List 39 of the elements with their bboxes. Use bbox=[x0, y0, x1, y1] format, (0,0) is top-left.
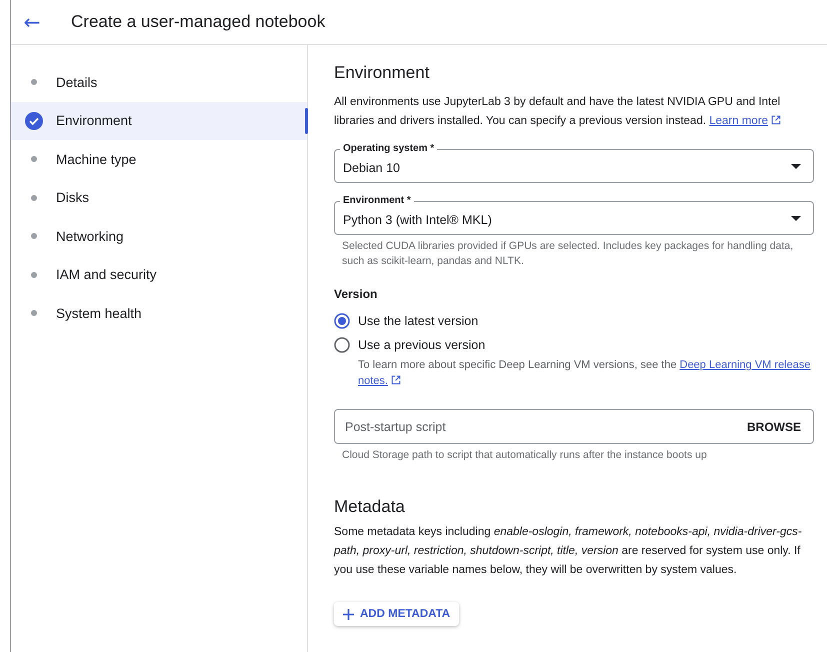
metadata-description: Some metadata keys including enable-oslogin, framework, notebooks-api, nvidia-driver-gcs-path, proxy-url, restriction, shutdown-script, title, version are reserved for system use only. If you use these variable names below, they will be overwritten by system values. bbox=[334, 525, 803, 578]
section-title: Metadata bbox=[334, 497, 406, 517]
check-circle-icon bbox=[24, 112, 42, 130]
release-notes-link[interactable]: Deep Learning VM release bbox=[680, 359, 810, 371]
step-dot-icon bbox=[30, 233, 36, 240]
plus-icon bbox=[343, 608, 354, 620]
external-link-icon bbox=[771, 115, 782, 125]
step-item[interactable]: System health bbox=[11, 294, 307, 332]
step-dot-icon bbox=[30, 156, 36, 162]
version-heading: Version bbox=[334, 287, 378, 301]
add-metadata-button[interactable]: ADD METADATA bbox=[334, 602, 460, 626]
dropdown-caret-icon bbox=[791, 216, 801, 220]
step-item[interactable]: Environment bbox=[11, 102, 307, 140]
step-item[interactable]: Disks bbox=[11, 178, 307, 217]
radio-label: Use the latest version bbox=[358, 314, 478, 328]
back-button[interactable]: ← bbox=[19, 12, 45, 32]
learn-more-link[interactable]: Learn more bbox=[709, 115, 782, 127]
section-title: Environment bbox=[334, 63, 430, 83]
page-title: Create a user-managed notebook bbox=[71, 12, 326, 32]
radio-button[interactable] bbox=[334, 313, 350, 329]
step-dot-icon bbox=[30, 79, 36, 86]
step-dot-icon bbox=[30, 194, 36, 201]
external-link-icon bbox=[390, 375, 401, 385]
radio-label: Use a previous version bbox=[358, 338, 486, 352]
hint-text: Cloud Storage path to script that automatically runs after the instance boots up bbox=[341, 448, 708, 463]
step-item[interactable]: Machine type bbox=[11, 140, 307, 178]
browse-button[interactable]: BROWSE bbox=[747, 416, 801, 438]
script-field[interactable]: Post-startup script BROWSE bbox=[334, 409, 814, 444]
description-text: All environments use JupyterLab 3 by default and have the latest NVIDIA GPU and Intel libraries and drivers installed. You can specify a previous version instead. Learn more bbox=[334, 95, 782, 129]
note-text: To learn more about specific Deep Learning VM versions, see the Deep Learning VM release notes. bbox=[357, 358, 812, 389]
step-item[interactable]: IAM and security bbox=[11, 256, 307, 294]
radio-button[interactable] bbox=[334, 337, 350, 353]
step-dot-icon bbox=[30, 310, 36, 316]
hint-text: Selected CUDA libraries provided if GPUs are selected. Includes key packages for handling data, such as scikit-learn, pandas and NLTK. bbox=[341, 239, 794, 269]
release-notes-link[interactable]: notes. bbox=[358, 375, 401, 387]
step-dot-icon bbox=[30, 272, 36, 278]
step-item[interactable]: Networking bbox=[11, 217, 307, 256]
step-item[interactable]: Details bbox=[11, 63, 307, 102]
dropdown-caret-icon bbox=[791, 164, 801, 168]
